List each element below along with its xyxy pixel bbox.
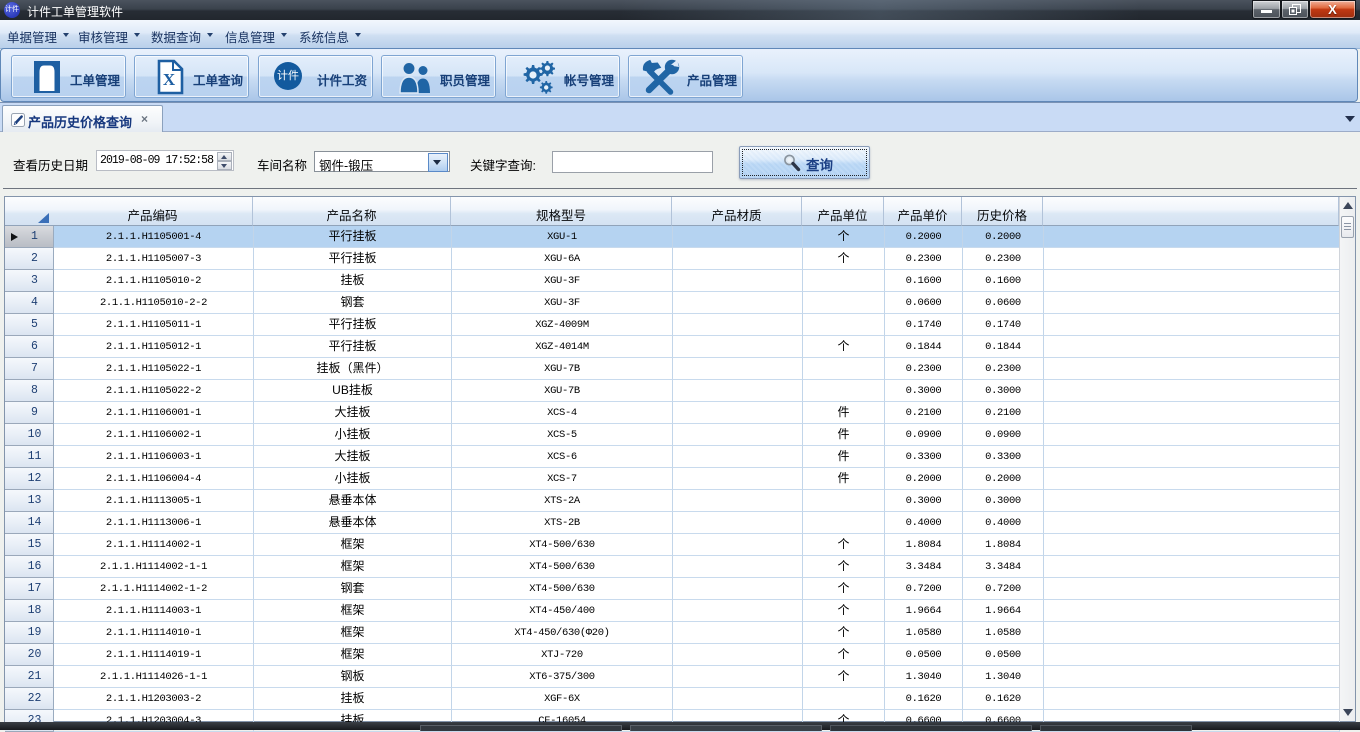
svg-text:X: X xyxy=(163,70,176,89)
